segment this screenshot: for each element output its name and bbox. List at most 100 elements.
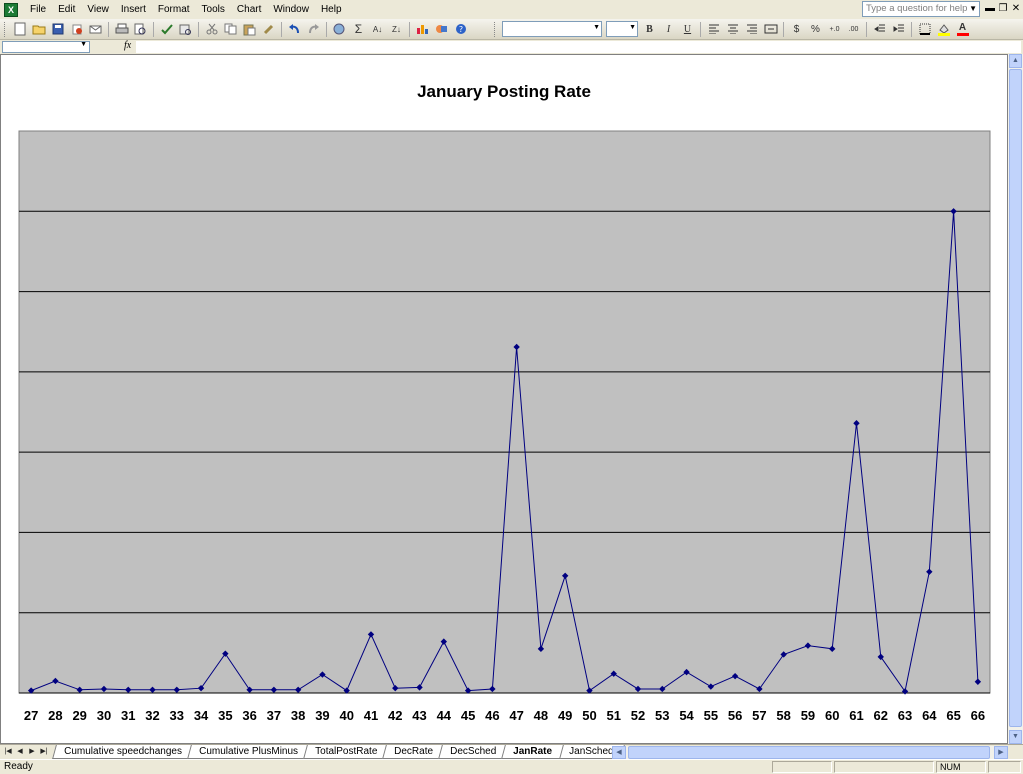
close-icon[interactable]: ✕: [1010, 3, 1022, 15]
chevron-down-icon[interactable]: ▼: [629, 24, 636, 31]
permission-icon[interactable]: [67, 20, 86, 38]
print-icon[interactable]: [112, 20, 131, 38]
sheet-tab-decrate[interactable]: DecRate: [382, 745, 445, 759]
autosum-icon[interactable]: Σ: [349, 20, 368, 38]
scroll-right-icon[interactable]: ▶: [994, 746, 1008, 759]
menu-insert[interactable]: Insert: [115, 1, 152, 18]
percent-icon[interactable]: %: [806, 20, 825, 38]
scroll-down-icon[interactable]: ▼: [1009, 730, 1022, 744]
paste-icon[interactable]: [240, 20, 259, 38]
undo-icon[interactable]: [285, 20, 304, 38]
minimize-icon[interactable]: ▬: [984, 3, 996, 15]
sheet-tab-cumulative-plusminus[interactable]: Cumulative PlusMinus: [186, 745, 310, 759]
chevron-down-icon[interactable]: ▼: [80, 41, 87, 48]
sort-ascending-icon[interactable]: A↓: [368, 20, 387, 38]
menu-chart[interactable]: Chart: [231, 1, 267, 18]
increase-indent-icon[interactable]: [889, 20, 908, 38]
open-icon[interactable]: [29, 20, 48, 38]
chart-wizard-icon[interactable]: [413, 20, 432, 38]
sheet-tab-janrate[interactable]: JanRate: [501, 745, 564, 759]
sheet-tab-totalpostrate[interactable]: TotalPostRate: [302, 745, 389, 759]
save-icon[interactable]: [48, 20, 67, 38]
formula-input[interactable]: [136, 41, 1021, 53]
copy-icon[interactable]: [221, 20, 240, 38]
italic-icon[interactable]: I: [659, 20, 678, 38]
font-color-icon[interactable]: A: [953, 20, 972, 38]
drawing-icon[interactable]: [432, 20, 451, 38]
excel-chart-icon[interactable]: X: [4, 2, 18, 17]
x-tick-label: 65: [946, 708, 960, 723]
underline-icon[interactable]: U: [678, 20, 697, 38]
toolbar-grip[interactable]: [494, 21, 497, 37]
scroll-left-icon[interactable]: ◀: [612, 746, 626, 759]
font-name-combo[interactable]: ▼: [502, 21, 602, 37]
chevron-down-icon[interactable]: ▼: [593, 24, 600, 31]
vertical-scrollbar[interactable]: ▲ ▼: [1008, 54, 1023, 744]
align-right-icon[interactable]: [742, 20, 761, 38]
x-tick-label: 53: [655, 708, 669, 723]
redo-icon[interactable]: [304, 20, 323, 38]
x-tick-label: 44: [437, 708, 452, 723]
align-left-icon[interactable]: [704, 20, 723, 38]
sheet-tab-bar: |◀ ◀ ▶ ▶| Cumulative speedchanges Cumula…: [0, 744, 1023, 759]
menu-format[interactable]: Format: [152, 1, 196, 18]
font-color-swatch: [956, 32, 969, 36]
last-sheet-icon[interactable]: ▶|: [38, 746, 50, 758]
cut-icon[interactable]: [202, 20, 221, 38]
help-search-input[interactable]: Type a question for help ▼: [862, 1, 980, 17]
fx-icon[interactable]: fx: [124, 40, 131, 51]
menu-view[interactable]: View: [81, 1, 115, 18]
email-icon[interactable]: [86, 20, 105, 38]
sheet-tab-label: JanSched: [569, 746, 614, 757]
toolbar-grip[interactable]: [4, 21, 7, 37]
bold-icon[interactable]: B: [640, 20, 659, 38]
format-painter-icon[interactable]: [259, 20, 278, 38]
help-icon[interactable]: ?: [451, 20, 470, 38]
chart-sheet[interactable]: January Posting Rate 27 28 29 30 31 32 33 34 35 3…: [0, 54, 1008, 744]
x-tick-label: 52: [631, 708, 645, 723]
print-preview-icon[interactable]: [131, 20, 150, 38]
plot-area[interactable]: [18, 130, 991, 694]
increase-decimal-icon[interactable]: +.0: [825, 20, 844, 38]
menu-help[interactable]: Help: [315, 1, 348, 18]
toolbar-separator: [108, 21, 109, 37]
fill-color-icon[interactable]: [934, 20, 953, 38]
sort-descending-icon[interactable]: Z↓: [387, 20, 406, 38]
prev-sheet-icon[interactable]: ◀: [14, 746, 26, 758]
x-tick-label: 37: [267, 708, 281, 723]
sheet-tab-cumulative-speedchanges[interactable]: Cumulative speedchanges: [52, 745, 194, 759]
decrease-decimal-icon[interactable]: .00: [844, 20, 863, 38]
scroll-up-icon[interactable]: ▲: [1009, 54, 1022, 68]
first-sheet-icon[interactable]: |◀: [2, 746, 14, 758]
research-icon[interactable]: [176, 20, 195, 38]
horizontal-scrollbar[interactable]: ◀ ▶: [612, 746, 1008, 759]
menu-edit[interactable]: Edit: [52, 1, 81, 18]
next-sheet-icon[interactable]: ▶: [26, 746, 38, 758]
menu-file[interactable]: File: [24, 1, 52, 18]
chart[interactable]: January Posting Rate 27 28 29 30 31 32 33 34 35 3…: [1, 55, 1007, 743]
spelling-icon[interactable]: [157, 20, 176, 38]
x-tick-label: 42: [388, 708, 402, 723]
x-tick-label: 41: [364, 708, 378, 723]
scroll-thumb[interactable]: [628, 746, 990, 759]
currency-icon[interactable]: $: [787, 20, 806, 38]
font-size-combo[interactable]: ▼: [606, 21, 638, 37]
x-tick-label: 50: [582, 708, 596, 723]
menu-tools[interactable]: Tools: [196, 1, 231, 18]
x-tick-label: 49: [558, 708, 572, 723]
borders-icon[interactable]: [915, 20, 934, 38]
new-icon[interactable]: [10, 20, 29, 38]
status-panel: [834, 761, 934, 773]
name-box[interactable]: ▼: [2, 41, 90, 53]
center-icon[interactable]: [723, 20, 742, 38]
chart-title[interactable]: January Posting Rate: [417, 82, 591, 101]
chevron-down-icon[interactable]: ▼: [969, 2, 977, 16]
restore-icon[interactable]: ❐: [997, 3, 1009, 15]
hyperlink-icon[interactable]: [330, 20, 349, 38]
merge-center-icon[interactable]: [761, 20, 780, 38]
sheet-tab-decsched[interactable]: DecSched: [438, 745, 508, 759]
sheet-tab-label: DecSched: [450, 746, 497, 757]
scroll-thumb[interactable]: [1009, 69, 1022, 727]
decrease-indent-icon[interactable]: [870, 20, 889, 38]
menu-window[interactable]: Window: [267, 1, 315, 18]
